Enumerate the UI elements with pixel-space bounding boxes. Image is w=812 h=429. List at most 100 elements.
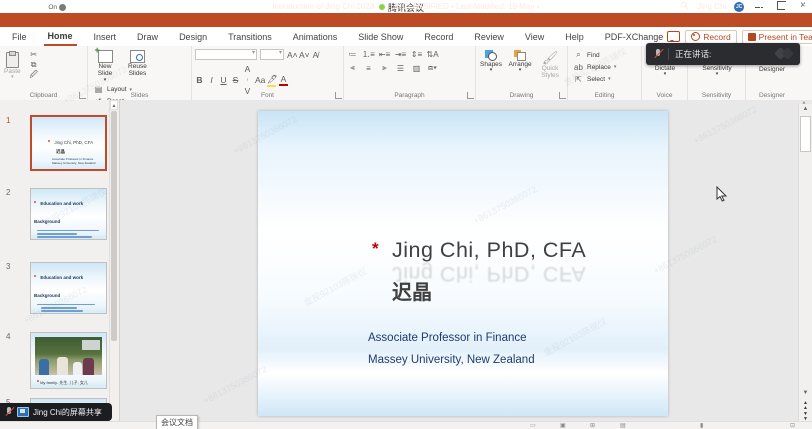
group-font: A˄ A˅ A̸ B I U S A︲V Aa 🖊 A Font (192, 46, 344, 100)
bullets-icon[interactable]: ≔ (347, 49, 358, 59)
scroll-up-icon[interactable]: ▲ (110, 100, 118, 110)
notes-icon[interactable]: ▭ (530, 423, 536, 429)
replace-button[interactable]: Replace (587, 64, 611, 71)
thumb4-caption: My family- 先生, 儿子, 女儿 (40, 380, 88, 385)
thumbnail-scrollbar[interactable]: ▲ (109, 100, 118, 421)
tab-help[interactable]: Help (561, 29, 588, 45)
slide-title-zh[interactable]: 迟晶 (392, 276, 432, 305)
paste-button[interactable]: Paste ▾ (3, 49, 22, 82)
title-dropdown-icon[interactable]: ▾ (537, 5, 540, 11)
slide-number: 1 (6, 116, 10, 125)
line-spacing-icon[interactable]: ⇕≡ (411, 49, 422, 59)
scroll-down-icon[interactable]: ▼ (799, 388, 812, 398)
quick-styles-button[interactable]: 🖌 Quick Styles (537, 49, 563, 81)
tab-review[interactable]: Review (470, 29, 508, 45)
editor-scrollbar[interactable]: ▲ ▼ ▲▲ ▼▼ (798, 104, 812, 421)
dialog-launcher-icon[interactable] (559, 92, 566, 99)
reuse-slides-button[interactable]: Reuse Slides (123, 49, 151, 79)
strikethrough-button[interactable]: S (231, 75, 240, 85)
columns-icon[interactable]: ▥ (411, 63, 422, 73)
tab-record[interactable]: Record (420, 29, 457, 45)
slide-title-en[interactable]: Jing Chi, PhD, CFA (392, 238, 586, 263)
dialog-launcher-icon[interactable] (467, 92, 474, 99)
tab-slide-show[interactable]: Slide Show (354, 29, 407, 45)
font-color-icon[interactable]: A (279, 74, 288, 86)
scrollbar-thumb[interactable] (800, 116, 811, 152)
align-center-icon[interactable]: ≡ (363, 63, 374, 73)
normal-view-icon[interactable]: ▣ (560, 423, 566, 429)
scroll-up-icon[interactable]: ▲ (799, 104, 812, 114)
minimize-icon[interactable] (769, 8, 777, 9)
tab-design[interactable]: Design (175, 29, 211, 45)
grow-font-button[interactable]: A˄ (287, 50, 296, 60)
numbering-icon[interactable]: ⒈≡ (363, 49, 374, 59)
bold-button[interactable]: B (195, 75, 204, 85)
slideshow-view-icon[interactable]: ▮ (700, 423, 703, 429)
user-name[interactable]: Jing Chi (697, 2, 726, 11)
underline-button[interactable]: U (219, 75, 228, 85)
shrink-font-button[interactable]: A˅ (299, 50, 308, 60)
clear-formatting-icon[interactable]: A̸ (311, 50, 320, 60)
group-label-sensitivity: Sensitivity (688, 92, 745, 99)
maximize-icon[interactable] (785, 2, 794, 11)
scrollbar-thumb[interactable] (111, 111, 117, 341)
separator: • (451, 2, 454, 11)
text-direction-icon[interactable]: ⇅A (427, 49, 438, 59)
tab-insert[interactable]: Insert (90, 29, 121, 45)
align-right-icon[interactable]: ⫸ (379, 63, 390, 73)
thumbnail-slide-4[interactable]: * My family- 先生, 儿子, 女儿 (30, 332, 107, 389)
avatar[interactable]: JC (734, 2, 744, 12)
font-name-select[interactable] (195, 49, 257, 60)
increase-indent-icon[interactable]: ⇥≡ (395, 49, 406, 59)
dialog-launcher-icon[interactable] (335, 92, 342, 99)
smartart-icon[interactable]: ⧈▾ (427, 63, 438, 73)
present-in-teams-button[interactable]: Present in Teams (742, 30, 812, 44)
tab-file[interactable]: File (8, 29, 31, 45)
meeting-doc-tooltip[interactable]: 会议文档 (156, 415, 198, 429)
chevron-down-icon: ▾ (490, 68, 493, 74)
close-icon[interactable]: × (802, 2, 808, 11)
speaking-overlay[interactable]: 正在讲话: (646, 43, 800, 65)
slide-canvas[interactable]: Jing Chi, PhD, CFA * Jing Chi, PhD, CFA … (258, 111, 668, 416)
previous-slide-icon[interactable]: ▲▲ (799, 401, 812, 411)
tab-home[interactable]: Home (44, 28, 77, 46)
new-slide-button[interactable]: New Slide ▾ (91, 49, 119, 85)
decrease-indent-icon[interactable]: ⇤≡ (379, 49, 390, 59)
align-left-icon[interactable]: ⫷ (347, 63, 358, 73)
thumbnail-slide-3[interactable]: * Education and work Background (30, 262, 107, 314)
slide-subtitle-2[interactable]: Massey University, New Zealand (368, 354, 535, 366)
present-label: Present in Teams (759, 32, 812, 42)
justify-icon[interactable]: ☰ (395, 63, 406, 73)
thumbnail-slide-1[interactable]: * Jing Chi, PhD, CFA 迟晶 Associate Profes… (30, 115, 107, 171)
thumbnail-slide-2[interactable]: * Education and work Background (30, 188, 107, 240)
dialog-launcher-icon[interactable] (79, 92, 86, 99)
change-case-button[interactable]: Aa (255, 75, 264, 85)
cut-icon[interactable]: ✂ (28, 49, 39, 59)
tab-view[interactable]: View (521, 29, 548, 45)
arrange-button[interactable]: Arrange ▾ (508, 49, 533, 75)
tab-draw[interactable]: Draw (133, 29, 162, 45)
italic-button[interactable]: I (207, 75, 216, 85)
tab-animations[interactable]: Animations (289, 29, 342, 45)
reading-view-icon[interactable]: ▤ (620, 423, 626, 429)
screen-share-indicator[interactable]: Jing Chi的屏幕共享 (0, 403, 112, 421)
thumb3-title: Education and work Background (34, 275, 83, 298)
chevron-down-icon: ▾ (608, 76, 611, 82)
text-highlight-icon[interactable]: 🖊 (267, 74, 276, 87)
record-button[interactable]: Record (685, 30, 736, 44)
slide-sorter-icon[interactable]: ⊞ (590, 423, 595, 429)
last-modified[interactable]: Last Modified: 19 May (456, 2, 534, 11)
slide-subtitle-1[interactable]: Associate Professor in Finance (368, 332, 527, 344)
format-painter-icon[interactable]: 🖉 (28, 71, 39, 81)
zoom-fit-icon[interactable]: ⊡ (790, 423, 795, 429)
comments-icon[interactable] (667, 31, 680, 42)
classification-label[interactable]: UNCLASSIFIED (391, 2, 449, 11)
select-button[interactable]: Select (587, 76, 605, 83)
tab-transitions[interactable]: Transitions (224, 29, 276, 45)
font-size-select[interactable] (260, 49, 284, 60)
tabs-right-actions: Record Present in Teams ⎙▾ (667, 30, 812, 44)
find-button[interactable]: Find (587, 52, 600, 59)
ribbon-display-options-icon[interactable] (752, 2, 761, 11)
shapes-button[interactable]: Shapes ▾ (479, 49, 503, 75)
search-icon[interactable] (680, 1, 689, 12)
